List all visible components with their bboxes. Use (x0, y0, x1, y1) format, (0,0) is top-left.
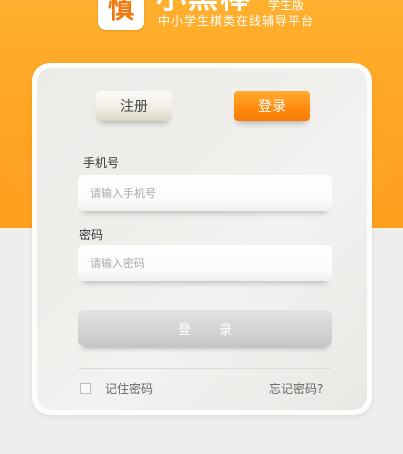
remember-label: 记住密码 (105, 382, 154, 396)
tab-register-label: 注册 (120, 99, 148, 115)
login-card-inner: 注册 登录 手机号 密码 登 录 记住密码 忘记密码? (37, 68, 367, 410)
phone-field-wrap (78, 175, 332, 211)
password-input[interactable] (78, 245, 332, 281)
phone-label: 手机号 (83, 156, 120, 170)
divider (78, 368, 332, 369)
tab-register[interactable]: 注册 (96, 91, 172, 121)
slogan: 中小学生棋类在线辅导平台 (158, 14, 315, 28)
remember-checkbox[interactable] (80, 383, 91, 394)
remember-password[interactable]: 记住密码 (80, 380, 153, 397)
password-field-wrap (78, 245, 332, 281)
password-label: 密码 (79, 228, 104, 242)
app-logo: 慎 (98, 0, 144, 30)
phone-input[interactable] (78, 175, 332, 211)
tab-login-label: 登录 (258, 99, 286, 115)
logo-glyph: 慎 (107, 0, 134, 25)
login-card: 注册 登录 手机号 密码 登 录 记住密码 忘记密码? (32, 63, 372, 415)
forgot-password-link[interactable]: 忘记密码? (269, 380, 323, 397)
login-submit-button[interactable]: 登 录 (78, 310, 332, 346)
tab-login[interactable]: 登录 (234, 91, 310, 121)
